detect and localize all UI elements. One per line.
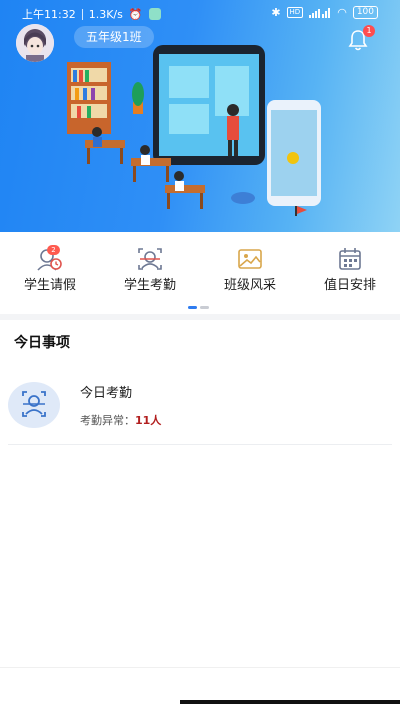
section-divider — [0, 314, 400, 320]
user-avatar[interactable] — [16, 24, 54, 62]
app-notification-icon — [148, 8, 161, 20]
status-bar: 上午11:32 1.3K/s ⏰ ✱ HD ◠ 100 — [0, 6, 400, 26]
signal-icon — [309, 8, 331, 18]
menu-duty-schedule[interactable]: 值日安排 — [300, 238, 400, 302]
card-title: 今日考勤 — [80, 386, 133, 401]
menu-label: 班级风采 — [223, 278, 276, 293]
menu-student-attendance[interactable]: 学生考勤 — [100, 238, 200, 302]
status-time: 上午11:32 — [22, 8, 76, 21]
page-indicator — [188, 306, 209, 309]
attendance-face-icon — [138, 248, 162, 270]
leave-badge: 2 — [47, 245, 60, 255]
bluetooth-icon: ✱ — [271, 6, 281, 19]
classroom-illustration — [67, 45, 321, 216]
card-subtitle: 考勤异常：11人 — [80, 412, 161, 428]
menu-label: 学生考勤 — [123, 278, 176, 293]
hero-banner: 上午11:32 1.3K/s ⏰ ✱ HD ◠ 100 五年级1班 1 — [0, 0, 400, 232]
alarm-icon: ⏰ — [128, 7, 143, 21]
wifi-icon: ◠ — [337, 6, 347, 19]
quick-menu: 2 学生请假 学生考勤 班级风采 值日安排 — [0, 238, 400, 302]
avatar-image — [16, 24, 54, 62]
status-speed: 1.3K/s — [88, 7, 123, 21]
menu-student-leave[interactable]: 2 学生请假 — [0, 238, 100, 302]
abnormal-count: 11人 — [135, 414, 162, 427]
battery-icon: 100 — [352, 6, 378, 19]
menu-class-gallery[interactable]: 班级风采 — [200, 238, 300, 302]
abnormal-label: 考勤异常： — [80, 414, 135, 427]
card-icon-bg — [8, 382, 60, 428]
hd-icon: HD — [286, 7, 304, 18]
attendance-card-icon — [22, 391, 46, 417]
notification-badge: 1 — [363, 25, 375, 37]
menu-label: 值日安排 — [323, 278, 376, 293]
today-section-title: 今日事项 — [14, 335, 70, 351]
page-dot-active — [188, 306, 197, 309]
page-dot — [200, 306, 209, 309]
status-separator — [81, 8, 83, 20]
home-indicator[interactable] — [180, 700, 400, 704]
today-attendance-card[interactable]: 今日考勤 考勤异常：11人 — [8, 364, 392, 445]
gallery-icon — [238, 249, 262, 269]
menu-label: 学生请假 — [23, 278, 76, 293]
bottom-divider — [0, 667, 400, 668]
calendar-icon — [339, 248, 361, 270]
